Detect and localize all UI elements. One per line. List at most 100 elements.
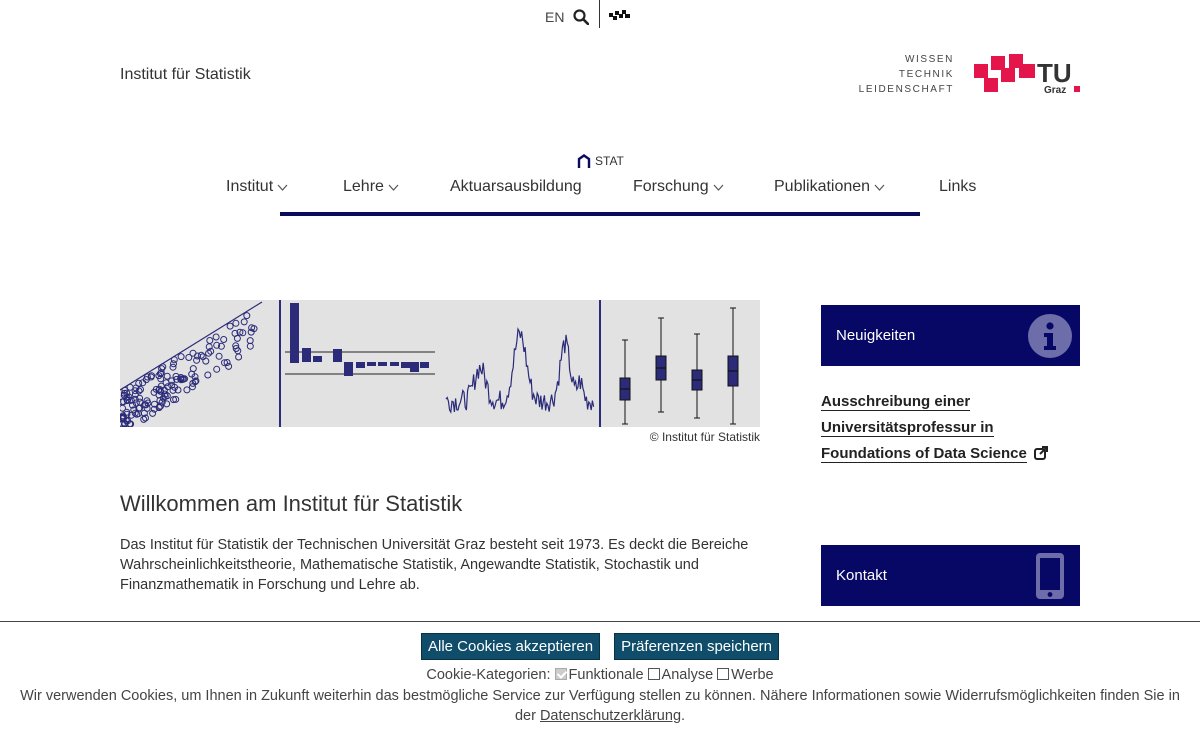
- scatter-point: [232, 319, 240, 327]
- external-link-icon: [1034, 446, 1049, 460]
- scatter-point: [183, 386, 191, 394]
- scatter-point: [139, 379, 147, 387]
- news-link-text: Ausschreibung einer Universitätsprofessu…: [821, 393, 1027, 463]
- tu-logo-sub: Graz: [1044, 85, 1066, 96]
- acf-bar: [410, 362, 419, 372]
- analysis-checkbox[interactable]: [647, 668, 660, 680]
- contact-box[interactable]: Kontakt: [821, 545, 1080, 606]
- chevron-down-icon: [388, 184, 399, 191]
- cookie-buttons: Alle Cookies akzeptieren Präferenzen spe…: [0, 633, 1200, 660]
- scatter-point: [206, 337, 214, 344]
- scatter-point: [212, 333, 220, 341]
- scatter-point: [120, 404, 126, 412]
- cookie-text-end: .: [681, 708, 686, 724]
- ads-label: Werbe: [731, 667, 774, 683]
- news-link[interactable]: Ausschreibung einer Universitätsprofessu…: [821, 389, 1080, 467]
- ads-checkbox[interactable]: [717, 668, 730, 680]
- acf-bar: [290, 303, 299, 363]
- time-series-graphic: [445, 327, 595, 414]
- institute-title[interactable]: Institut für Statistik: [120, 66, 251, 84]
- acf-bar: [313, 356, 322, 362]
- nav-underline: [280, 212, 920, 216]
- scatter-point: [177, 353, 185, 361]
- contact-label: Kontakt: [836, 567, 887, 584]
- tu-logo-small-icon[interactable]: [609, 10, 631, 22]
- scatter-point: [204, 371, 212, 379]
- news-box[interactable]: Neuigkeiten: [821, 305, 1080, 366]
- scatter-point: [235, 353, 243, 361]
- motto-line: WISSEN: [904, 54, 954, 65]
- nav-item-institut[interactable]: Institut: [226, 178, 288, 196]
- acf-bar: [344, 362, 353, 376]
- acf-bar: [378, 362, 387, 366]
- intro-text: Das Institut für Statistik der Technisch…: [120, 537, 749, 593]
- acf-bar: [401, 362, 410, 368]
- motto-line: TECHNIK: [898, 69, 954, 80]
- scatter-point: [246, 337, 254, 345]
- info-icon: [1028, 314, 1072, 358]
- scatter-point: [220, 336, 228, 343]
- scatter-point: [170, 356, 178, 364]
- cookie-categories: Cookie-Kategorien: Funktionale Analyse W…: [0, 667, 1200, 683]
- acf-bar: [302, 348, 311, 362]
- scatter-point: [140, 415, 148, 423]
- scatter-point: [240, 318, 248, 326]
- nav-item-aktuarsausbildung[interactable]: Aktuarsausbildung: [450, 178, 582, 196]
- acf-bar: [390, 362, 399, 366]
- autocorrelation-graphic: [285, 303, 435, 376]
- scatter-point: [159, 363, 167, 371]
- scatter-point: [225, 362, 233, 370]
- banner-image: [120, 300, 760, 427]
- time-series-line: [445, 327, 595, 414]
- acf-bar: [333, 349, 342, 362]
- home-icon: [577, 154, 591, 168]
- scatter-plot-graphic: [120, 312, 258, 427]
- scatter-point: [215, 352, 223, 360]
- acf-bar: [367, 362, 376, 366]
- nav-label: Lehre: [343, 178, 384, 195]
- scatter-point: [226, 322, 234, 330]
- motto-line: LEIDENSCHAFT: [858, 84, 954, 95]
- scatter-point: [213, 365, 221, 373]
- functional-label: Funktionale: [568, 667, 644, 683]
- tu-logo-text: TU: [1037, 58, 1072, 88]
- divider: [599, 0, 600, 28]
- scatter-point: [197, 351, 205, 359]
- cookie-banner: Alle Cookies akzeptieren Präferenzen spe…: [0, 621, 1200, 740]
- language-switch[interactable]: EN: [545, 9, 564, 25]
- acf-bar: [356, 362, 365, 368]
- scatter-point: [185, 354, 193, 361]
- acf-bar: [420, 362, 429, 368]
- search-icon[interactable]: [573, 9, 589, 25]
- chevron-down-icon: [713, 184, 724, 191]
- statistics-graphics: [120, 300, 739, 427]
- home-label: STAT: [595, 154, 624, 168]
- nav-item-lehre[interactable]: Lehre: [343, 178, 399, 196]
- accept-all-cookies-button[interactable]: Alle Cookies akzeptieren: [420, 633, 601, 660]
- scatter-point: [233, 334, 241, 342]
- save-preferences-button[interactable]: Präferenzen speichern: [614, 633, 780, 660]
- top-bar: EN: [0, 0, 1200, 30]
- cookie-categories-label: Cookie-Kategorien:: [426, 667, 551, 683]
- nav-label: Forschung: [633, 178, 709, 195]
- nav-label: Links: [939, 178, 977, 195]
- chevron-down-icon: [277, 184, 288, 191]
- scatter-point: [243, 312, 251, 320]
- nav-label: Aktuarsausbildung: [450, 178, 582, 195]
- analysis-label: Analyse: [661, 667, 714, 683]
- boxplot-graphic: [619, 307, 739, 425]
- page-title: Willkommen am Institut für Statistik: [120, 491, 463, 516]
- chevron-down-icon: [874, 184, 885, 191]
- nav-item-publikationen[interactable]: Publikationen: [774, 178, 885, 196]
- scatter-point: [246, 342, 254, 350]
- nav-label: Institut: [226, 178, 274, 195]
- privacy-policy-link[interactable]: Datenschutzerklärung: [540, 708, 681, 724]
- tu-motto: WISSEN TECHNIK LEIDENSCHAFT: [852, 52, 954, 97]
- functional-checkbox: [554, 668, 567, 680]
- nav-item-forschung[interactable]: Forschung: [633, 178, 724, 196]
- home-link[interactable]: STAT: [577, 154, 624, 168]
- tu-graz-logo[interactable]: TU Graz: [974, 54, 1082, 96]
- phone-icon: [1036, 553, 1064, 599]
- nav-item-links[interactable]: Links: [939, 178, 976, 196]
- news-label: Neuigkeiten: [836, 327, 916, 344]
